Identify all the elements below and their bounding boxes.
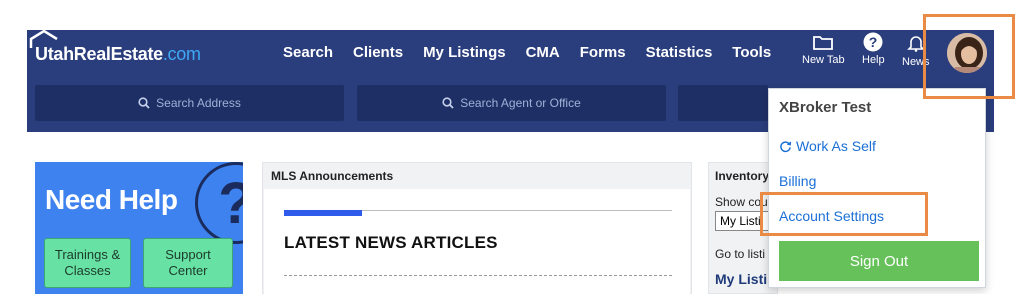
house-icon	[29, 30, 58, 48]
my-listings-link[interactable]: My Listi	[715, 271, 767, 287]
help-label: Help	[862, 54, 885, 66]
nav-search[interactable]: Search	[283, 44, 333, 61]
user-name: XBroker Test	[779, 99, 872, 116]
billing-link[interactable]: Billing	[779, 173, 816, 189]
svg-text:?: ?	[869, 34, 878, 50]
main-nav: Search Clients My Listings CMA Forms Sta…	[283, 44, 771, 61]
help-button[interactable]: ? Help	[862, 32, 885, 66]
avatar-highlight-box	[923, 14, 1015, 99]
announcements-header: MLS Announcements	[271, 169, 394, 183]
accent-bar	[284, 210, 362, 216]
nav-my-listings[interactable]: My Listings	[423, 44, 506, 61]
refresh-icon	[780, 140, 792, 152]
sign-out-button[interactable]: Sign Out	[779, 241, 979, 281]
go-to-listing-label: Go to listi	[715, 247, 766, 261]
trainings-button[interactable]: Trainings & Classes	[44, 238, 131, 288]
nav-clients[interactable]: Clients	[353, 44, 403, 61]
search-third-input[interactable]	[678, 85, 768, 121]
search-icon	[442, 97, 454, 109]
account-settings-highlight-box	[760, 192, 928, 236]
nav-statistics[interactable]: Statistics	[646, 44, 713, 61]
folder-icon	[813, 36, 834, 50]
search-icon	[138, 97, 150, 109]
search-agent-input[interactable]: Search Agent or Office	[357, 85, 666, 121]
support-center-button[interactable]: Support Center	[143, 238, 233, 288]
nav-tools[interactable]: Tools	[732, 44, 771, 61]
new-tab-button[interactable]: New Tab	[802, 34, 845, 66]
user-dropdown-menu: XBroker Test Work As Self Billing Accoun…	[768, 88, 986, 288]
help-title: Need Help	[45, 184, 178, 215]
logo-text: UtahRealEstate.com	[35, 43, 201, 64]
nav-cma[interactable]: CMA	[526, 44, 560, 61]
work-as-self-link[interactable]: Work As Self	[779, 138, 876, 154]
dashed-divider	[284, 275, 672, 276]
site-logo[interactable]: UtahRealEstate.com	[29, 30, 201, 66]
new-tab-label: New Tab	[802, 54, 845, 66]
question-mark-icon: ?	[195, 162, 243, 244]
mls-announcements-panel: MLS Announcements LATEST NEWS ARTICLES	[262, 162, 692, 294]
nav-forms[interactable]: Forms	[580, 44, 626, 61]
inventory-header: Inventory	[715, 169, 770, 183]
announcements-body: LATEST NEWS ARTICLES	[264, 189, 690, 294]
latest-news-heading: LATEST NEWS ARTICLES	[284, 233, 498, 252]
question-circle-icon: ?	[863, 32, 883, 52]
search-address-input[interactable]: Search Address	[35, 85, 344, 121]
need-help-card: ? Need Help Trainings & Classes Support …	[35, 162, 243, 294]
